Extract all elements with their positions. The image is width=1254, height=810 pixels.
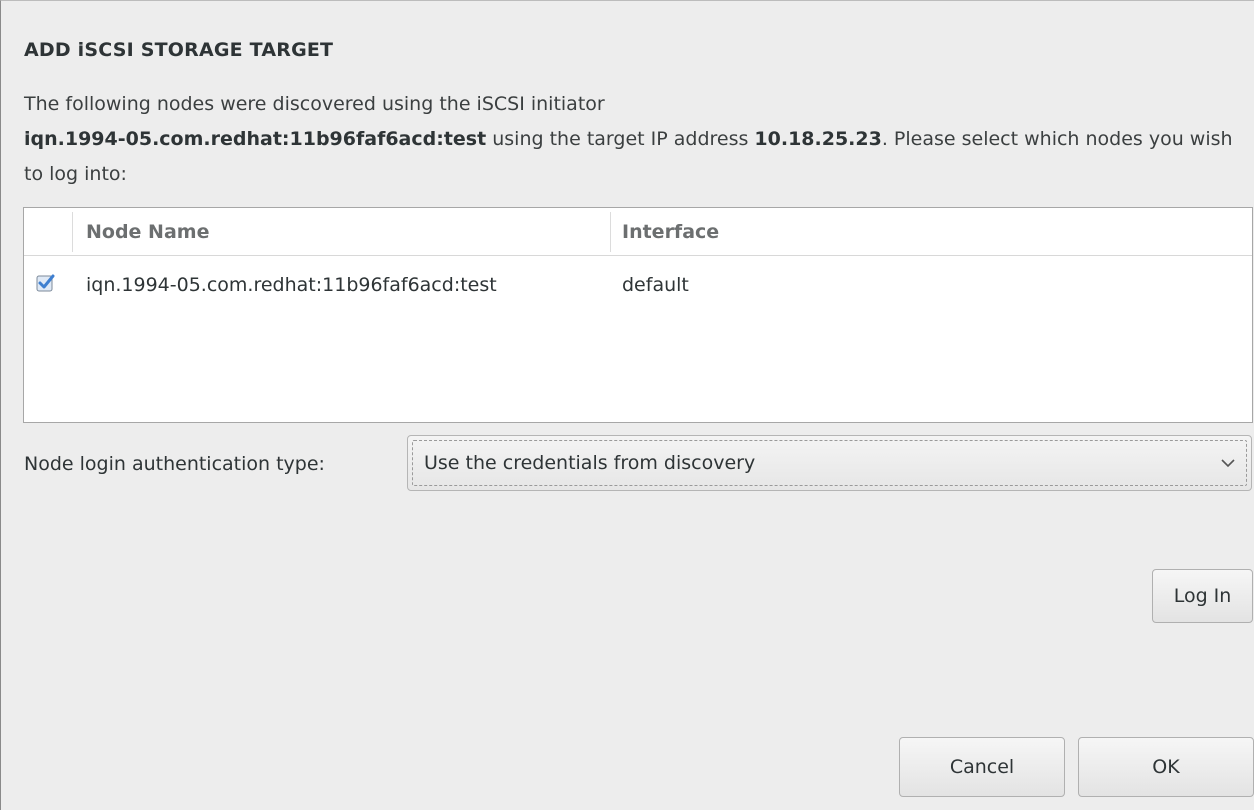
table-header: Node Name Interface (24, 208, 1252, 256)
dialog-description: The following nodes were discovered usin… (24, 87, 1234, 192)
interface-cell: default (622, 274, 689, 296)
ok-button[interactable]: OK (1078, 737, 1254, 797)
initiator-name: iqn.1994-05.com.redhat:11b96faf6acd:test (24, 128, 487, 150)
description-mid: using the target IP address (486, 128, 755, 150)
column-header-interface[interactable]: Interface (622, 208, 719, 256)
cancel-button[interactable]: Cancel (899, 737, 1065, 797)
dialog-title: ADD iSCSI STORAGE TARGET (24, 39, 334, 61)
column-separator (610, 212, 611, 252)
description-intro: The following nodes were discovered usin… (24, 93, 605, 115)
target-ip: 10.18.25.23 (754, 128, 882, 150)
log-in-button-label: Log In (1173, 585, 1232, 607)
log-in-button[interactable]: Log In (1152, 569, 1253, 623)
column-separator (72, 212, 73, 252)
table-row[interactable]: iqn.1994-05.com.redhat:11b96faf6acd:test… (24, 260, 1252, 310)
nodes-table: Node Name Interface iqn.1994-05.com.redh… (23, 207, 1253, 423)
auth-type-dropdown[interactable]: Use the credentials from discovery (407, 435, 1252, 491)
checkbox-checked-icon[interactable] (36, 273, 56, 293)
ok-button-label: OK (1152, 756, 1180, 778)
add-iscsi-dialog: ADD iSCSI STORAGE TARGET The following n… (0, 0, 1254, 810)
auth-type-label: Node login authentication type: (24, 453, 325, 475)
chevron-down-icon[interactable] (1219, 454, 1237, 472)
auth-type-selected: Use the credentials from discovery (424, 452, 756, 474)
column-header-node-name[interactable]: Node Name (86, 208, 209, 256)
cancel-button-label: Cancel (949, 756, 1015, 778)
node-name-cell: iqn.1994-05.com.redhat:11b96faf6acd:test (86, 274, 497, 296)
